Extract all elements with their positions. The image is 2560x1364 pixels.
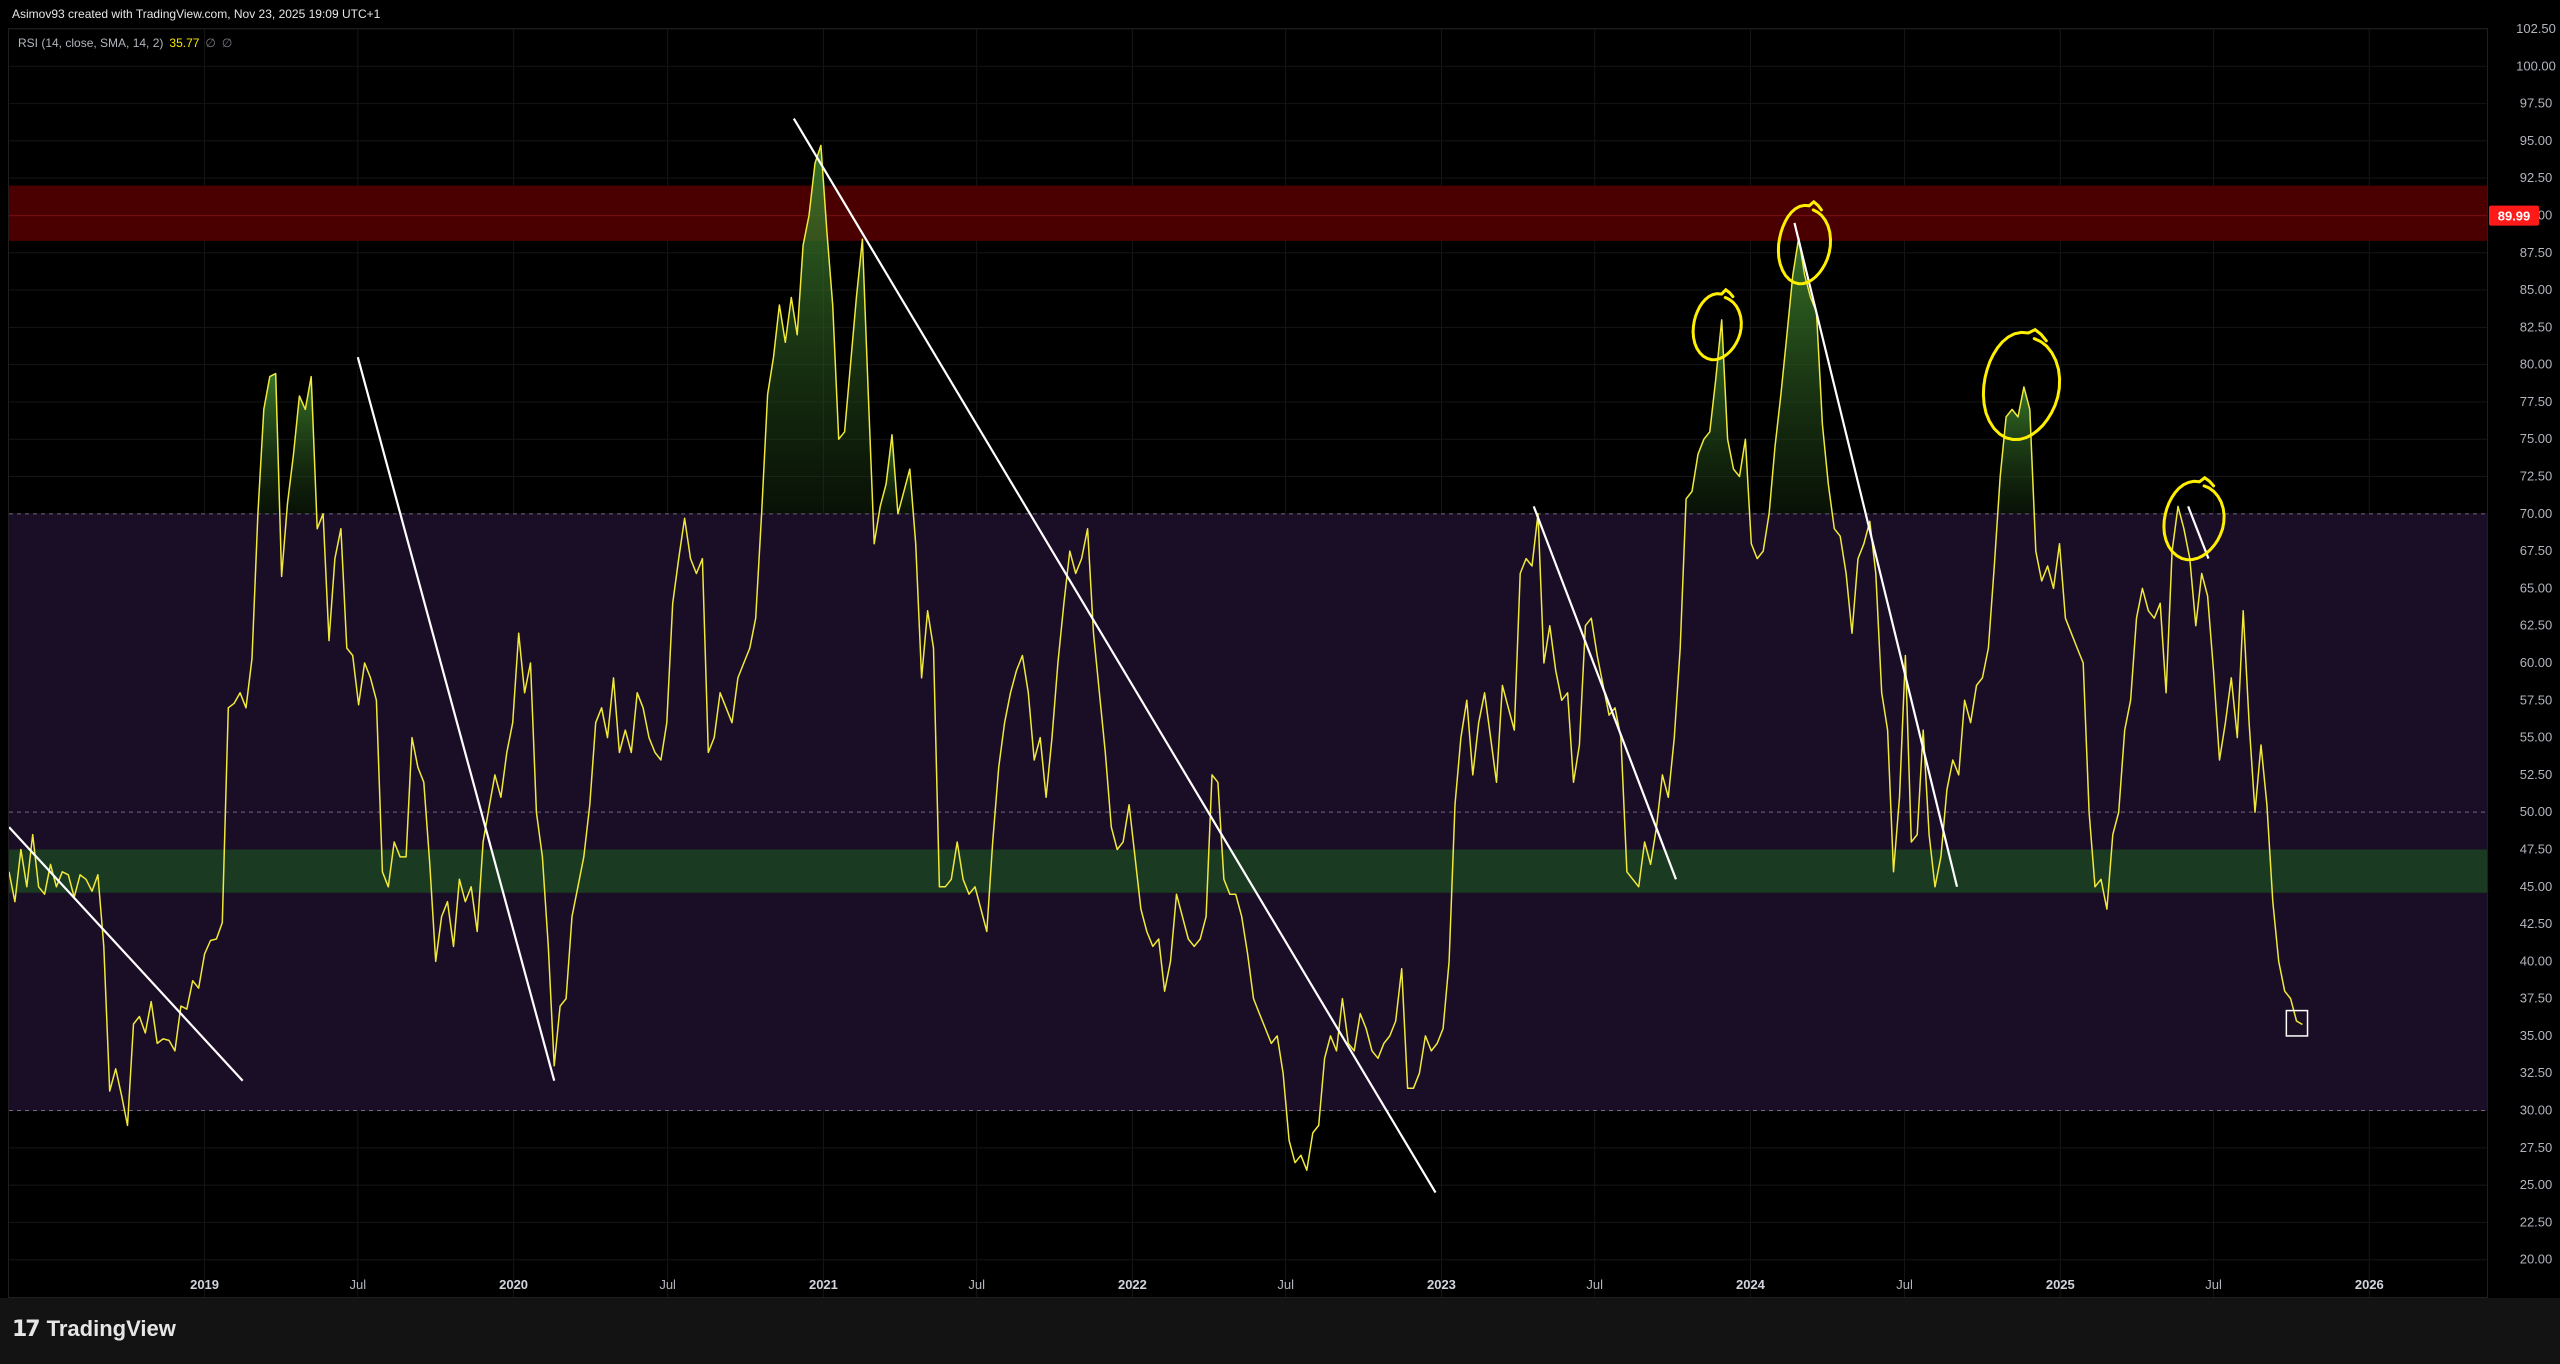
brand-name: TradingView xyxy=(46,1316,176,1341)
y-tick-label: 95.00 xyxy=(2520,133,2553,148)
x-tick-label: Jul xyxy=(1896,1277,1913,1292)
y-tick-label: 85.00 xyxy=(2520,282,2553,297)
overbought-fill xyxy=(1769,237,1833,514)
x-tick-label: Jul xyxy=(349,1277,366,1292)
y-tick-label: 30.00 xyxy=(2520,1103,2553,1118)
x-tick-label: 2025 xyxy=(2046,1277,2075,1292)
x-tick-label: 2021 xyxy=(809,1277,838,1292)
na-value-2: ∅ xyxy=(221,36,233,50)
green-zone xyxy=(9,849,2487,893)
y-tick-label: 60.00 xyxy=(2520,655,2553,670)
rsi-chart[interactable]: 102.50100.0097.5095.0092.5090.0087.5085.… xyxy=(0,0,2560,1298)
x-tick-label: Jul xyxy=(1277,1277,1294,1292)
red-zone xyxy=(9,185,2487,241)
x-tick-label: 2022 xyxy=(1118,1277,1147,1292)
x-tick-label: 2019 xyxy=(190,1277,219,1292)
y-tick-label: 35.00 xyxy=(2520,1028,2553,1043)
y-tick-label: 72.50 xyxy=(2520,469,2553,484)
x-tick-label: 2024 xyxy=(1736,1277,1766,1292)
price-scale[interactable]: 102.50100.0097.5095.0092.5090.0087.5085.… xyxy=(2489,21,2556,1267)
y-tick-label: 22.50 xyxy=(2520,1214,2553,1229)
y-tick-label: 92.50 xyxy=(2520,170,2553,185)
y-tick-label: 42.50 xyxy=(2520,916,2553,931)
x-tick-label: Jul xyxy=(968,1277,985,1292)
y-tick-label: 25.00 xyxy=(2520,1177,2553,1192)
price-tag-label: 89.99 xyxy=(2498,209,2531,224)
y-tick-label: 47.50 xyxy=(2520,841,2553,856)
y-tick-label: 20.00 xyxy=(2520,1252,2553,1267)
y-tick-label: 82.50 xyxy=(2520,319,2553,334)
time-scale[interactable]: 2019 Jul 2020 Jul 2021 Jul 2022 Jul 2023 Jul 2024 J… xyxy=(190,1277,2384,1292)
y-tick-label: 52.50 xyxy=(2520,767,2553,782)
tradingview-logo-icon: 17 xyxy=(12,1316,41,1342)
y-tick-label: 75.00 xyxy=(2520,431,2553,446)
x-tick-label: 2023 xyxy=(1427,1277,1456,1292)
y-tick-label: 87.50 xyxy=(2520,245,2553,260)
y-tick-label: 77.50 xyxy=(2520,394,2553,409)
y-tick-label: 37.50 xyxy=(2520,991,2553,1006)
x-tick-label: Jul xyxy=(659,1277,676,1292)
indicator-legend[interactable]: RSI (14, close, SMA, 14, 2) 35.77 ∅ ∅ xyxy=(18,36,232,50)
y-tick-label: 62.50 xyxy=(2520,618,2553,633)
y-tick-label: 57.50 xyxy=(2520,692,2553,707)
x-tick-label: Jul xyxy=(1586,1277,1603,1292)
x-tick-label: 2026 xyxy=(2355,1277,2384,1292)
na-value-1: ∅ xyxy=(205,36,216,50)
overbought-fill xyxy=(1537,319,1750,514)
y-tick-label: 70.00 xyxy=(2520,506,2553,521)
tradingview-brand[interactable]: 17 TradingView xyxy=(12,1316,176,1342)
indicator-value: 35.77 xyxy=(169,36,200,50)
peak-circle-1 xyxy=(1691,287,1743,362)
zones xyxy=(9,185,2487,1112)
y-tick-label: 100.00 xyxy=(2516,58,2556,73)
y-tick-label: 80.00 xyxy=(2520,357,2553,372)
y-tick-label: 55.00 xyxy=(2520,730,2553,745)
y-tick-label: 32.50 xyxy=(2520,1065,2553,1080)
y-tick-label: 45.00 xyxy=(2520,879,2553,894)
indicator-name: RSI (14, close, SMA, 14, 2) xyxy=(18,36,164,50)
y-tick-label: 40.00 xyxy=(2520,953,2553,968)
footer-bar xyxy=(0,1298,2560,1364)
y-tick-label: 102.50 xyxy=(2516,21,2556,36)
x-tick-label: Jul xyxy=(2205,1277,2222,1292)
x-tick-label: 2020 xyxy=(499,1277,528,1292)
y-tick-label: 65.00 xyxy=(2520,580,2553,595)
y-tick-label: 67.50 xyxy=(2520,543,2553,558)
y-tick-label: 97.50 xyxy=(2520,96,2553,111)
y-tick-label: 27.50 xyxy=(2520,1140,2553,1155)
y-tick-label: 50.00 xyxy=(2520,804,2553,819)
